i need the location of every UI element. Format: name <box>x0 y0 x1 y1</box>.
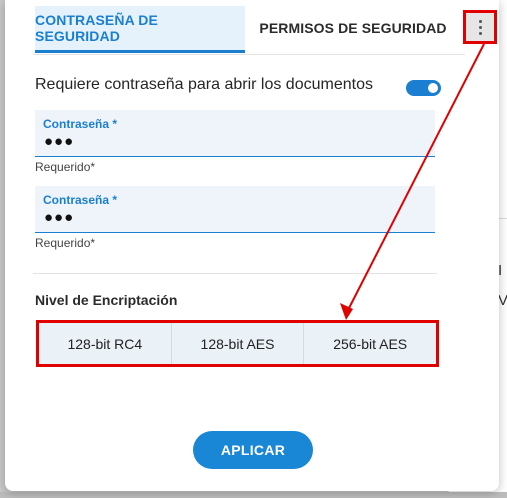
background-text-fragment: V <box>498 292 507 309</box>
encryption-level-selector: 128-bit RC4 128-bit AES 256-bit AES <box>36 320 439 367</box>
password-field-label: Contraseña * <box>43 117 118 131</box>
require-password-toggle[interactable] <box>406 80 441 96</box>
encryption-option-128-aes[interactable]: 128-bit AES <box>171 323 305 364</box>
password-field-value: ●●● <box>44 133 75 150</box>
active-tab-indicator <box>35 50 245 53</box>
encryption-option-128-rc4[interactable]: 128-bit RC4 <box>39 323 172 364</box>
password-field-hint: Requerido* <box>35 160 96 174</box>
confirm-password-field-hint: Requerido* <box>35 236 96 250</box>
password-field[interactable]: Contraseña * ●●● <box>35 110 435 157</box>
more-vertical-icon <box>478 19 482 35</box>
tab-password-security[interactable]: CONTRASEÑA DE SEGURIDAD <box>35 6 245 50</box>
confirm-password-field[interactable]: Contraseña * ●●● <box>35 186 435 233</box>
encryption-level-title: Nivel de Encriptación <box>35 292 178 308</box>
background-bottom-strip <box>0 492 507 498</box>
section-divider <box>33 273 437 274</box>
security-dialog: CONTRASEÑA DE SEGURIDAD PERMISOS DE SEGU… <box>5 0 499 491</box>
tab-security-permissions[interactable]: PERMISOS DE SEGURIDAD <box>253 6 453 50</box>
tab-bar: CONTRASEÑA DE SEGURIDAD PERMISOS DE SEGU… <box>33 0 465 55</box>
confirm-password-field-label: Contraseña * <box>43 193 118 207</box>
require-password-label: Requiere contraseña para abrir los docum… <box>35 76 373 93</box>
more-options-button[interactable] <box>463 10 497 44</box>
apply-button[interactable]: APLICAR <box>193 431 313 469</box>
encryption-option-256-aes[interactable]: 256-bit AES <box>304 323 437 364</box>
confirm-password-field-value: ●●● <box>44 209 75 226</box>
